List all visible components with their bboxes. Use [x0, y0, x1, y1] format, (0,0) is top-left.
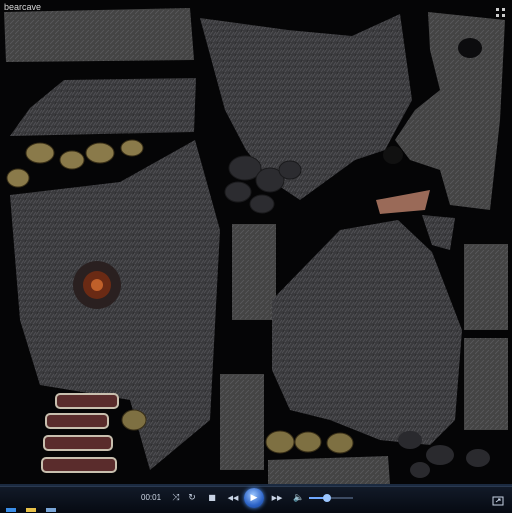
texture-atlas-image: [4, 8, 508, 484]
shuffle-icon[interactable]: ⤨: [170, 491, 182, 505]
fur-strip: [232, 224, 276, 320]
window-title: bearcave: [4, 2, 42, 12]
repeat-icon[interactable]: ↻: [186, 491, 198, 505]
fur-strip: [464, 338, 508, 430]
volume-slider[interactable]: [309, 497, 353, 499]
bear-head: [395, 12, 505, 210]
start-icon[interactable]: [6, 508, 16, 512]
play-button[interactable]: ▶: [244, 488, 264, 508]
rocks: [398, 431, 490, 478]
elapsed-time: 00:01: [141, 493, 162, 502]
next-button[interactable]: ▶▶: [268, 491, 286, 505]
play-icon: ▶: [250, 493, 258, 503]
body-piece: [10, 140, 220, 470]
expand-icon[interactable]: [495, 3, 506, 17]
video-viewport[interactable]: bearcave: [0, 0, 512, 486]
claws: [6, 139, 144, 188]
switch-view-icon[interactable]: [492, 492, 504, 506]
stop-button[interactable]: ■: [206, 491, 218, 505]
folder-icon[interactable]: [26, 508, 36, 512]
previous-button[interactable]: ◀◀: [224, 491, 242, 505]
fur-strip: [4, 8, 194, 62]
volume-knob[interactable]: [322, 494, 331, 502]
volume-icon[interactable]: 🔈: [292, 491, 306, 505]
fur-strip: [268, 456, 390, 484]
fur-strip: [10, 78, 196, 136]
fur-strip: [220, 374, 264, 470]
media-player-icon[interactable]: [46, 508, 56, 512]
tongue: [376, 190, 430, 214]
body-piece: [272, 220, 462, 445]
teeth: [41, 393, 119, 473]
fur-strip: [464, 244, 508, 330]
